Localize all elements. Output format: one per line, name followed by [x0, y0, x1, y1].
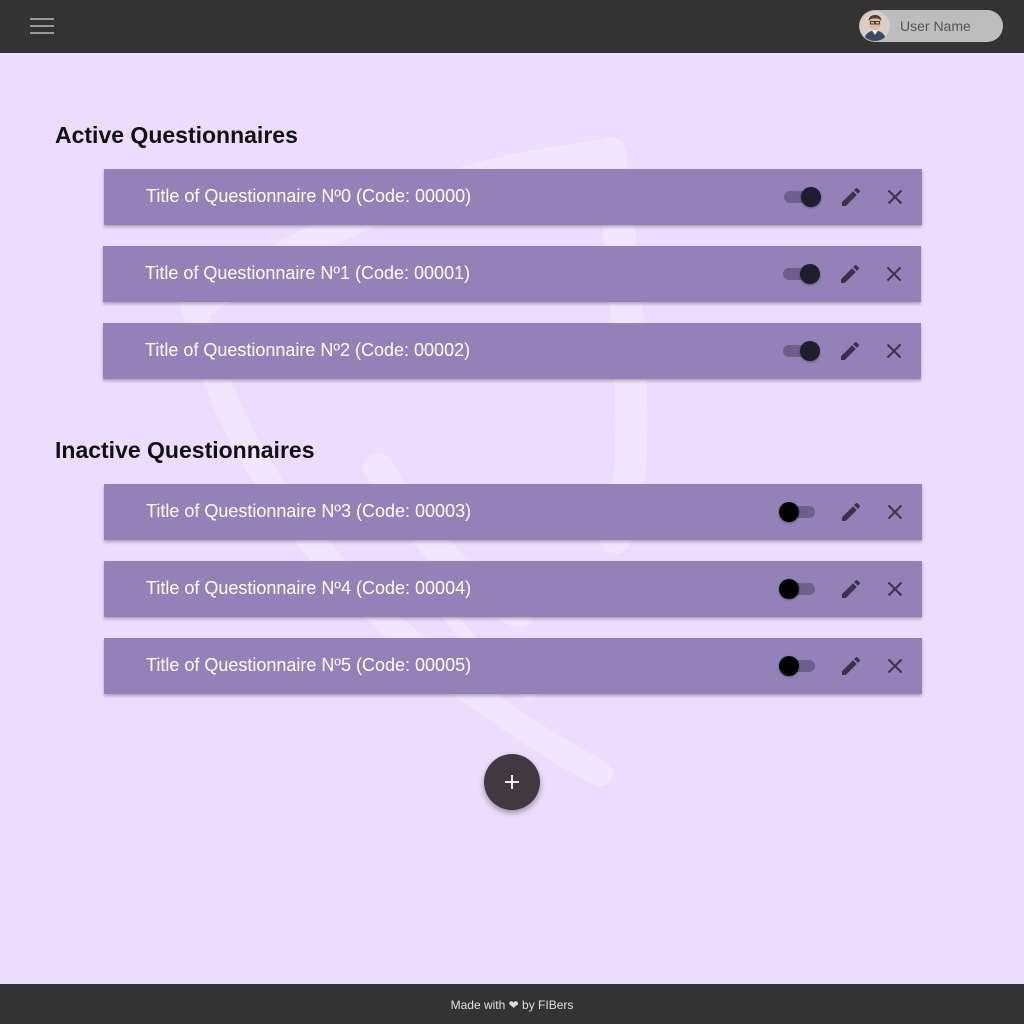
- active-toggle[interactable]: [779, 579, 819, 599]
- close-icon[interactable]: [883, 654, 907, 678]
- questionnaire-card[interactable]: Title of Questionnaire Nº1 (Code: 00001): [103, 246, 921, 302]
- user-profile-chip[interactable]: User Name: [859, 10, 1003, 42]
- questionnaire-card[interactable]: Title of Questionnaire Nº5 (Code: 00005): [104, 638, 922, 694]
- questionnaire-card[interactable]: Title of Questionnaire Nº4 (Code: 00004): [104, 561, 922, 617]
- avatar: [860, 11, 890, 41]
- inactive-questionnaires-heading: Inactive Questionnaires: [55, 437, 315, 463]
- questionnaire-title: Title of Questionnaire Nº1 (Code: 00001): [145, 263, 471, 283]
- active-toggle[interactable]: [779, 656, 819, 676]
- user-name: User Name: [900, 18, 971, 34]
- close-icon[interactable]: [883, 500, 907, 524]
- questionnaire-title: Title of Questionnaire Nº3 (Code: 00003): [146, 501, 472, 521]
- pencil-icon[interactable]: [839, 654, 863, 678]
- questionnaire-title: Title of Questionnaire Nº0 (Code: 00000): [146, 186, 472, 206]
- active-questionnaires-heading: Active Questionnaires: [55, 122, 298, 148]
- questionnaire-card[interactable]: Title of Questionnaire Nº0 (Code: 00000): [104, 169, 922, 225]
- close-icon[interactable]: [883, 185, 907, 209]
- footer-text: Made with ❤ by FIBers: [450, 998, 574, 1012]
- pencil-icon[interactable]: [838, 262, 862, 286]
- questionnaire-card[interactable]: Title of Questionnaire Nº2 (Code: 00002): [103, 323, 921, 379]
- top-app-bar: User Name: [0, 0, 1024, 53]
- pencil-icon[interactable]: [838, 339, 862, 363]
- questionnaire-card[interactable]: Title of Questionnaire Nº3 (Code: 00003): [104, 484, 922, 540]
- active-toggle[interactable]: [781, 341, 821, 361]
- add-questionnaire-button[interactable]: [484, 754, 540, 810]
- active-toggle[interactable]: [779, 502, 819, 522]
- pencil-icon[interactable]: [839, 185, 863, 209]
- questionnaire-title: Title of Questionnaire Nº2 (Code: 00002): [145, 340, 471, 360]
- footer: Made with ❤ by FIBers: [0, 984, 1024, 1024]
- questionnaire-title: Title of Questionnaire Nº5 (Code: 00005): [146, 655, 472, 675]
- close-icon[interactable]: [883, 577, 907, 601]
- close-icon[interactable]: [882, 262, 906, 286]
- questionnaire-title: Title of Questionnaire Nº4 (Code: 00004): [146, 578, 472, 598]
- pencil-icon[interactable]: [839, 577, 863, 601]
- plus-icon: [505, 775, 519, 789]
- active-toggle[interactable]: [782, 187, 822, 207]
- hamburger-menu-icon[interactable]: [30, 18, 54, 36]
- active-toggle[interactable]: [781, 264, 821, 284]
- close-icon[interactable]: [882, 339, 906, 363]
- pencil-icon[interactable]: [839, 500, 863, 524]
